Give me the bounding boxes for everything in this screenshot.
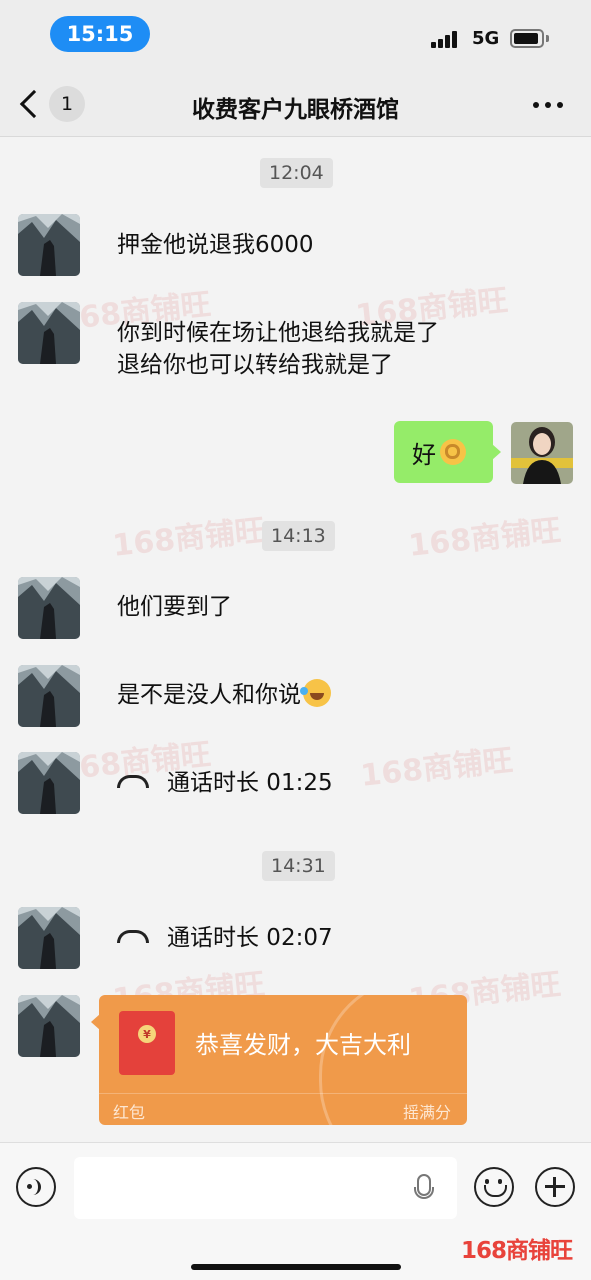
input-bar: 168商铺旺 (0, 1142, 591, 1280)
incoming-message: 押金他说退我6000 (117, 232, 314, 258)
watermark: 168商铺旺 (358, 743, 515, 794)
contact-avatar[interactable] (18, 302, 80, 364)
call-record[interactable]: 通话时长 02:07 (117, 922, 333, 954)
contact-avatar[interactable] (18, 907, 80, 969)
incoming-message: 你到时候在场让他退给我就是了 退给你也可以转给我就是了 (117, 317, 439, 381)
watermark: 168商铺旺 (110, 513, 267, 564)
voice-input-icon[interactable] (16, 1167, 56, 1207)
chat-header: 1 收费客户九眼桥酒馆 (0, 76, 591, 136)
call-duration: 通话时长 02:07 (167, 925, 333, 951)
emoji-icon[interactable] (474, 1167, 514, 1207)
battery-icon (510, 29, 544, 48)
message-line: 你到时候在场让他退给我就是了 (117, 320, 439, 346)
timestamp: 14:31 (262, 851, 335, 881)
tears-of-joy-emoji-icon (300, 678, 331, 707)
signal-icon (431, 30, 465, 48)
red-packet-greeting: 恭喜发财，大吉大利 (195, 1031, 411, 1059)
timestamp: 12:04 (260, 158, 333, 188)
incoming-message: 是不是没人和你说 (117, 678, 331, 711)
message-text: 好 (412, 440, 436, 469)
red-packet-footer-right: 摇满分 (402, 1103, 451, 1122)
phone-icon (117, 775, 149, 788)
contact-avatar[interactable] (18, 214, 80, 276)
status-bar: 15:15 5G (0, 0, 591, 72)
contact-avatar[interactable] (18, 995, 80, 1057)
home-indicator (191, 1264, 401, 1270)
phone-icon (117, 930, 149, 943)
chat-title: 收费客户九眼桥酒馆 (192, 97, 399, 123)
my-avatar[interactable] (511, 422, 573, 484)
ok-hand-emoji-icon (440, 439, 466, 465)
red-envelope-seal: ¥ (138, 1025, 156, 1043)
contact-avatar[interactable] (18, 577, 80, 639)
plus-icon[interactable] (535, 1167, 575, 1207)
contact-avatar[interactable] (18, 665, 80, 727)
incoming-message: 他们要到了 (117, 594, 232, 620)
contact-avatar[interactable] (18, 752, 80, 814)
timestamp: 14:13 (262, 521, 335, 551)
battery-cap (546, 35, 549, 42)
chat-area[interactable]: 168商铺旺 168商铺旺 168商铺旺 168商铺旺 168商铺旺 168商铺… (0, 137, 591, 1142)
call-duration: 通话时长 01:25 (167, 770, 333, 796)
watermark: 168商铺旺 (406, 513, 563, 564)
message-input[interactable] (74, 1157, 457, 1219)
network-label: 5G (472, 28, 500, 49)
call-record[interactable]: 通话时长 01:25 (117, 767, 333, 799)
brand-watermark: 168商铺旺 (461, 1238, 573, 1264)
outgoing-message: 好 (394, 421, 501, 483)
red-envelope-icon: ¥ (119, 1011, 175, 1075)
status-time: 15:15 (50, 16, 150, 52)
message-line: 退给你也可以转给我就是了 (117, 352, 393, 378)
red-packet-label: 红包 (113, 1103, 146, 1122)
message-text: 是不是没人和你说 (117, 682, 301, 708)
red-packet-divider (99, 1093, 467, 1094)
more-icon[interactable] (533, 102, 563, 108)
red-packet[interactable]: ¥ 恭喜发财，大吉大利 红包 摇满分 (99, 995, 467, 1125)
